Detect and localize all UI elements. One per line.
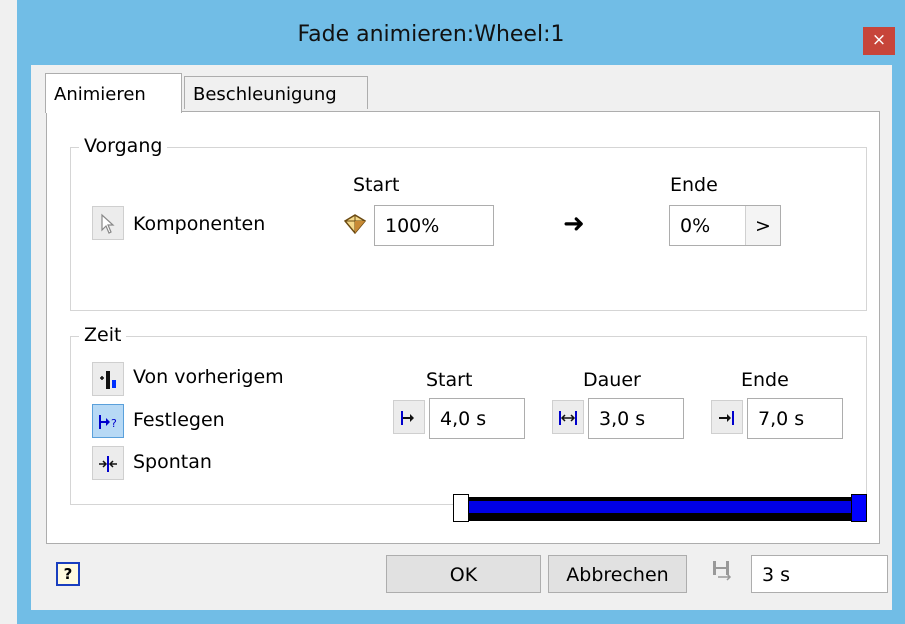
time-end-field[interactable]: 7,0 s: [747, 398, 843, 439]
select-components-button[interactable]: [92, 206, 124, 240]
vorgang-legend: Vorgang: [79, 135, 168, 157]
instantaneous-button[interactable]: [92, 446, 124, 480]
time-start-icon-button[interactable]: [393, 400, 425, 434]
from-previous-icon: [100, 371, 116, 389]
from-previous-label: Von vorherigem: [133, 366, 284, 388]
svg-text:?: ?: [111, 417, 117, 430]
start-opacity-field[interactable]: 100%: [374, 205, 494, 246]
arrow-right-icon: ➜: [563, 209, 585, 239]
dialog-client: Animieren Beschleunigung Vorgang Start E…: [31, 65, 892, 610]
timeline-start-handle[interactable]: [453, 494, 469, 522]
timeline-bar-fill: [459, 501, 861, 513]
duration-field[interactable]: 3,0 s: [588, 398, 684, 439]
window-title: Fade animieren:Wheel:1: [297, 22, 565, 47]
timeline-icon: [710, 557, 740, 589]
expand-button[interactable]: >: [745, 206, 780, 245]
duration-icon: [559, 411, 577, 425]
title-bar[interactable]: Fade animieren:Wheel:1 ×: [17, 0, 905, 62]
vorgang-end-label: Ende: [670, 174, 718, 196]
tab-animieren[interactable]: Animieren: [45, 73, 182, 113]
cursor-arrow-icon: [101, 213, 115, 234]
tab-beschleunigung[interactable]: Beschleunigung: [184, 76, 368, 109]
close-button[interactable]: ×: [863, 27, 895, 55]
from-previous-button[interactable]: [92, 362, 124, 396]
zeit-legend: Zeit: [79, 324, 127, 346]
help-icon: ?: [63, 565, 73, 583]
instantaneous-label: Spontan: [133, 451, 212, 473]
end-time-icon: [719, 411, 734, 425]
specify-icon: ?: [99, 415, 117, 430]
ok-button[interactable]: OK: [386, 555, 541, 593]
komponenten-label: Komponenten: [133, 213, 266, 235]
vorgang-start-label: Start: [353, 174, 400, 196]
dialog-window: Fade animieren:Wheel:1 × Animieren Besch…: [17, 0, 905, 624]
time-end-label: Ende: [741, 369, 789, 391]
timeline-bar[interactable]: [453, 494, 867, 522]
specify-label: Festlegen: [133, 409, 225, 431]
tab-animieren-label: Animieren: [54, 84, 146, 105]
time-duration-label: Dauer: [583, 369, 641, 391]
start-time-icon: [401, 411, 414, 425]
time-start-label: Start: [426, 369, 473, 391]
instantaneous-icon: [99, 456, 117, 472]
specify-button[interactable]: ?: [92, 404, 124, 438]
duration-icon-button[interactable]: [552, 400, 584, 434]
tab-panel-animieren: Vorgang Start Ende Komponenten 100% ➜ 0%…: [46, 111, 880, 544]
cancel-button[interactable]: Abbrechen: [548, 555, 687, 593]
help-button[interactable]: ?: [56, 562, 80, 586]
time-end-icon-button[interactable]: [711, 400, 743, 434]
end-opacity-value: 0%: [680, 215, 711, 237]
timeline-end-handle[interactable]: [851, 494, 867, 522]
tab-beschleunigung-label: Beschleunigung: [193, 84, 337, 105]
time-display-field: 3 s: [751, 555, 888, 593]
end-opacity-field[interactable]: 0% >: [669, 205, 781, 246]
time-start-field[interactable]: 4,0 s: [429, 398, 525, 439]
opacity-icon: [342, 212, 368, 241]
